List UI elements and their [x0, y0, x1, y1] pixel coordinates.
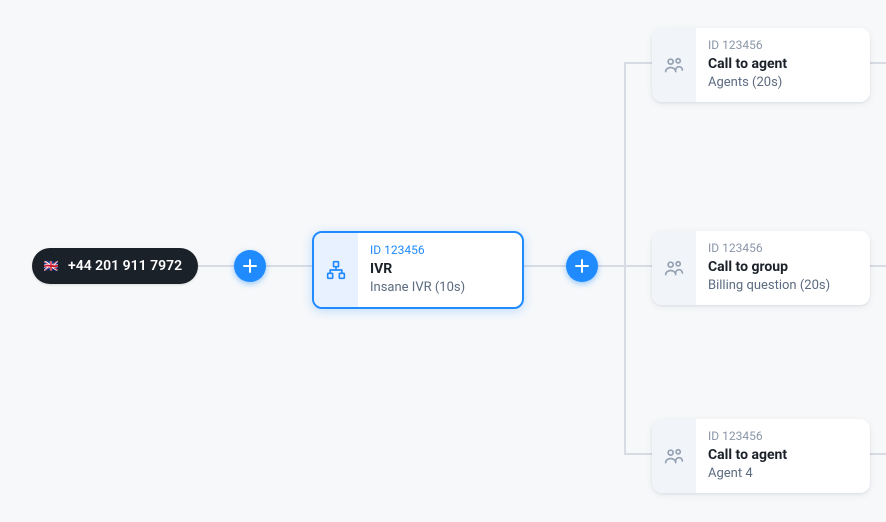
- connector: [868, 453, 886, 455]
- flow-canvas[interactable]: 🇬🇧 +44 201 911 7972 ID 123456 IVR Insane…: [0, 0, 886, 522]
- call-agent-node[interactable]: ID 123456 Call to agent Agents (20s): [652, 28, 870, 102]
- ivr-node[interactable]: ID 123456 IVR Insane IVR (10s): [312, 231, 524, 309]
- node-title: Call to group: [708, 259, 830, 275]
- connector: [868, 62, 886, 64]
- ivr-icon: [314, 233, 358, 307]
- agents-icon: [652, 28, 696, 102]
- add-step-button[interactable]: [234, 250, 266, 282]
- node-title: Call to agent: [708, 447, 820, 463]
- phone-number-node[interactable]: 🇬🇧 +44 201 911 7972: [32, 248, 198, 284]
- connector: [624, 265, 626, 455]
- plus-icon: [575, 259, 589, 273]
- plus-icon: [243, 259, 257, 273]
- node-subtitle: Agents (20s): [708, 75, 820, 90]
- node-title: IVR: [370, 261, 482, 277]
- call-group-node[interactable]: ID 123456 Call to group Billing question…: [652, 231, 870, 305]
- node-id: ID 123456: [708, 38, 820, 52]
- node-title: Call to agent: [708, 56, 820, 72]
- add-step-button[interactable]: [566, 250, 598, 282]
- node-id: ID 123456: [708, 429, 820, 443]
- connector: [598, 265, 626, 267]
- call-agent-node[interactable]: ID 123456 Call to agent Agent 4: [652, 419, 870, 493]
- node-subtitle: Billing question (20s): [708, 278, 830, 293]
- uk-flag-icon: 🇬🇧: [42, 257, 60, 275]
- connector: [868, 265, 886, 267]
- node-subtitle: Agent 4: [708, 466, 820, 481]
- phone-number-label: +44 201 911 7972: [68, 258, 182, 274]
- node-subtitle: Insane IVR (10s): [370, 280, 482, 295]
- node-id: ID 123456: [370, 243, 482, 257]
- connector: [624, 62, 626, 267]
- agents-icon: [652, 419, 696, 493]
- node-id: ID 123456: [708, 241, 830, 255]
- agents-icon: [652, 231, 696, 305]
